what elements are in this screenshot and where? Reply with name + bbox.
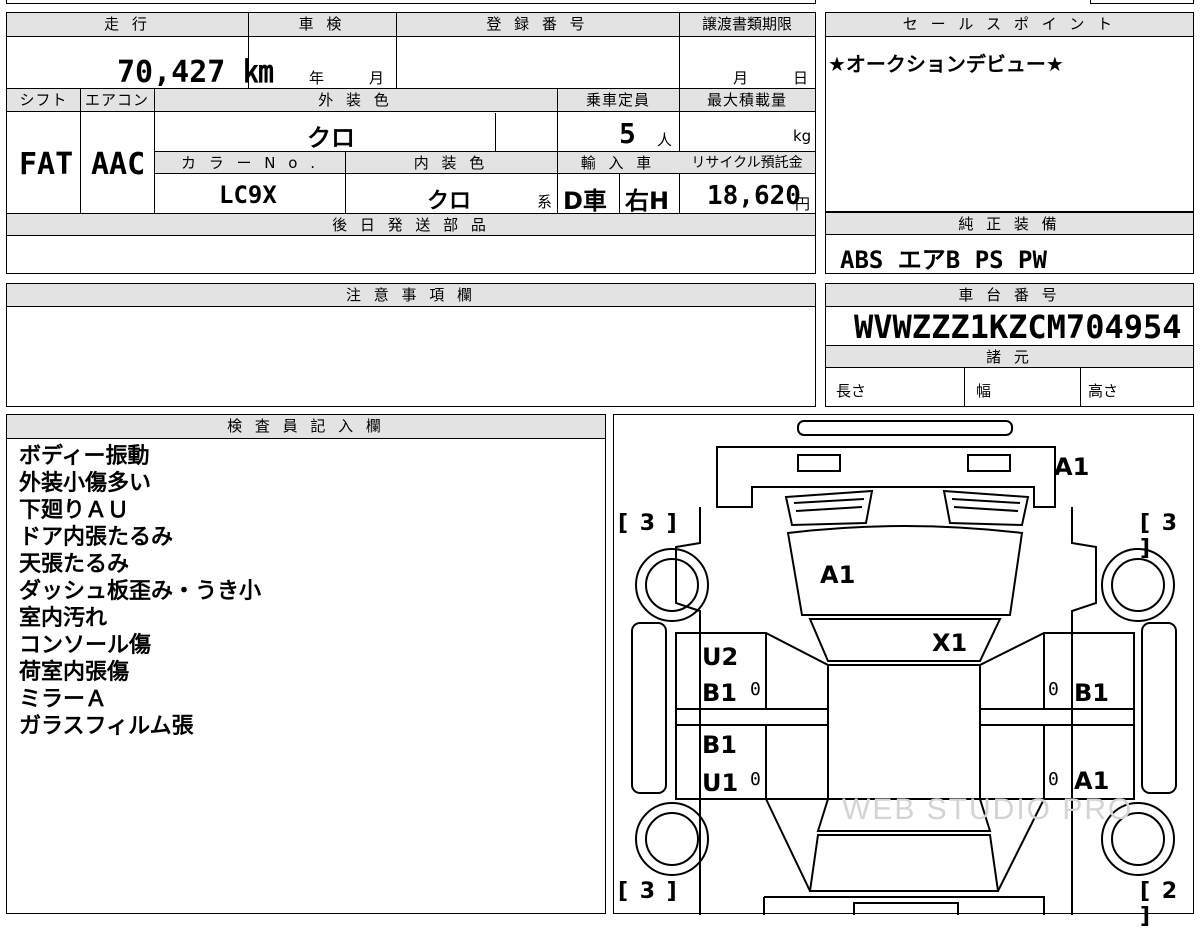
transfer-month: 月	[733, 69, 749, 87]
import-value-1: D車	[563, 187, 607, 215]
tire-front-left: [ 3 ]	[618, 511, 679, 536]
interior-suffix: 系	[537, 193, 553, 211]
top-strip-partial-right	[1090, 0, 1194, 4]
color-no-label: カ ラ ー N o .	[180, 154, 319, 172]
tire-front-right: [ 3 ]	[1140, 511, 1180, 561]
chassis-box: 車 台 番 号 WVWZZZ1KZCM704954 諸 元 長さ 幅 高さ	[825, 283, 1194, 407]
inspector-notes-list: ボディー振動 外装小傷多い 下廻りＡＵ ドア内張たるみ 天張たるみ ダッシュ板歪…	[19, 443, 261, 740]
inspection-label: 車 検	[298, 15, 346, 33]
registration-label: 登 録 番 号	[486, 15, 589, 33]
mark-left-front-door-2: B1	[702, 679, 737, 707]
note-item: コンソール傷	[19, 633, 152, 658]
zero-mark: 0	[1048, 679, 1059, 700]
equipment-label: 純 正 装 備	[958, 215, 1061, 233]
recycle-label: リサイクル預託金	[691, 155, 803, 171]
mileage-label: 走 行	[104, 15, 151, 33]
height-label: 高さ	[1088, 382, 1119, 400]
transfer-day: 日	[793, 69, 809, 87]
later-parts-label: 後 日 発 送 部 品	[332, 216, 490, 234]
mark-hood: A1	[820, 561, 856, 589]
note-item: 荷室内張傷	[19, 660, 130, 685]
caution-box: 注 意 事 項 欄	[6, 283, 816, 407]
ac-label: エアコン	[84, 91, 149, 109]
specs-label: 諸 元	[986, 348, 1033, 366]
maxload-label: 最大積載量	[706, 91, 787, 109]
zero-mark: 0	[1048, 769, 1059, 790]
zero-mark: 0	[750, 679, 761, 700]
length-label: 長さ	[836, 382, 867, 400]
shift-value: FAT	[19, 147, 74, 182]
inspector-box: 検 査 員 記 入 欄 ボディー振動 外装小傷多い 下廻りＡＵ ドア内張たるみ …	[6, 414, 606, 914]
watermark: WEB STUDIO PRO	[842, 793, 1134, 826]
inspection-year: 年	[309, 69, 325, 87]
interior-value: クロ	[427, 189, 472, 214]
vehicle-info-grid: 走 行 車 検 登 録 番 号 譲渡書類期限 70,427 ㎞ 年 月 月 日 …	[6, 12, 816, 274]
ac-value: AAC	[91, 147, 146, 182]
equipment-value: ABS エアB PS PW	[840, 246, 1047, 274]
color-no-value: LC9X	[219, 181, 277, 209]
mileage-value: 70,427 ㎞	[117, 55, 274, 90]
mark-right-rear-door: A1	[1074, 767, 1110, 795]
chassis-label: 車 台 番 号	[958, 286, 1061, 304]
car-diagram-box: A1 A1 X1 U2 B1 0 B1 U1 0 0 B1 0 A1 [ 3 ]…	[613, 414, 1194, 929]
import-value-2: 右H	[625, 187, 670, 215]
sales-point-text: ★オークションデビュー★	[828, 52, 1064, 76]
mark-left-rear-door-1: B1	[702, 731, 737, 759]
mark-right-front-door: B1	[1074, 679, 1109, 707]
note-item: 天張たるみ	[19, 552, 130, 577]
note-item: 外装小傷多い	[19, 471, 152, 496]
inspection-month: 月	[369, 69, 385, 87]
chassis-value: WVWZZZ1KZCM704954	[854, 308, 1182, 346]
width-label: 幅	[976, 382, 992, 400]
import-label: 輸 入 車	[580, 154, 656, 172]
exterior-value: クロ	[307, 124, 355, 152]
tire-rear-left: [ 3 ]	[618, 879, 679, 904]
sales-point-label: セ ー ル ス ポ イ ン ト	[902, 15, 1117, 33]
mark-front-bumper: A1	[1054, 453, 1090, 481]
note-item: 室内汚れ	[19, 606, 108, 631]
note-item: ドア内張たるみ	[19, 525, 174, 550]
note-item: ボディー振動	[19, 444, 150, 469]
tire-rear-right: [ 2 ]	[1140, 879, 1180, 929]
note-item: ガラスフィルム張	[19, 714, 194, 739]
top-strip-partial	[6, 0, 816, 4]
equipment-box: 純 正 装 備 ABS エアB PS PW	[825, 212, 1194, 274]
mark-left-rear-door-2: U1	[702, 769, 739, 797]
mark-windshield: X1	[932, 629, 968, 657]
note-item: 下廻りＡＵ	[19, 498, 130, 523]
recycle-unit: 円	[795, 195, 811, 213]
note-item: ダッシュ板歪み・うき小	[19, 579, 262, 604]
mark-left-front-door-1: U2	[702, 643, 739, 671]
exterior-label: 外 装 色	[318, 91, 393, 109]
zero-mark: 0	[750, 769, 761, 790]
note-item: ミラーＡ	[19, 687, 108, 712]
capacity-value: 5	[619, 117, 636, 150]
inspector-label: 検 査 員 記 入 欄	[227, 417, 385, 435]
sales-point-box: セ ー ル ス ポ イ ン ト ★オークションデビュー★	[825, 12, 1194, 212]
interior-label: 内 装 色	[413, 154, 489, 172]
recycle-value: 18,620	[707, 181, 801, 211]
capacity-label: 乗車定員	[585, 91, 650, 109]
transfer-label: 譲渡書類期限	[701, 15, 792, 33]
shift-label: シフト	[19, 91, 68, 109]
capacity-unit: 人	[657, 131, 673, 149]
caution-label: 注 意 事 項 欄	[345, 286, 477, 304]
maxload-unit: kg	[793, 127, 812, 145]
